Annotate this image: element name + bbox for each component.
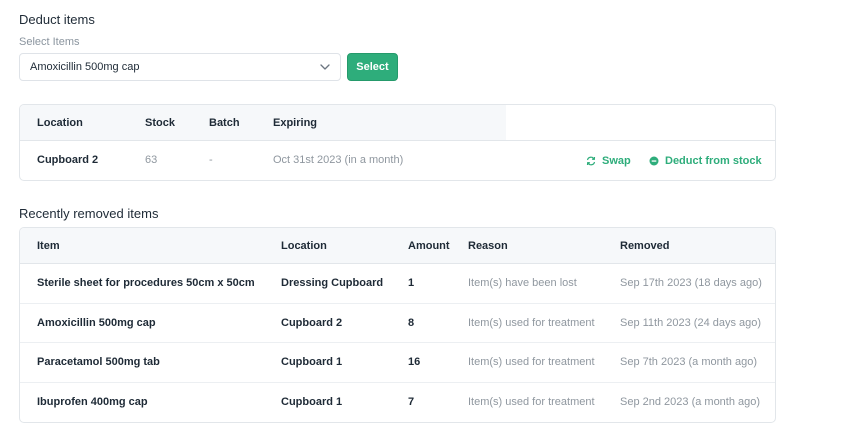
deduct-items-title: Deduct items	[19, 12, 95, 27]
swap-icon	[586, 156, 596, 165]
stock-expiring: Oct 31st 2023 (in a month)	[273, 154, 404, 166]
removed-table-header: Item Location Amount Reason Removed	[20, 228, 775, 264]
removed-item-amount: 1	[408, 277, 415, 289]
removed-item-reason: Item(s) used for treatment	[468, 316, 595, 329]
column-header-location: Location	[281, 240, 327, 252]
column-header-expiring: Expiring	[273, 117, 318, 129]
column-header-removed: Removed	[620, 240, 670, 252]
column-header-stock: Stock	[145, 117, 175, 129]
removed-item-location: Cupboard 2	[281, 316, 343, 329]
stock-table: Location Stock Batch Expiring Cupboard 2…	[19, 104, 776, 181]
header-background	[20, 105, 506, 140]
deduct-from-stock-label: Deduct from stock	[665, 154, 762, 167]
chevron-down-icon	[320, 64, 330, 70]
stock-location: Cupboard 2	[37, 154, 99, 166]
item-select-value: Amoxicillin 500mg cap	[30, 61, 140, 73]
swap-button[interactable]: Swap	[586, 141, 631, 180]
table-row: Ibuprofen 400mg cap Cupboard 1 7 Item(s)…	[20, 383, 775, 423]
stock-batch: -	[209, 154, 213, 166]
item-select-dropdown[interactable]: Amoxicillin 500mg cap	[19, 53, 341, 81]
column-header-amount: Amount	[408, 240, 450, 252]
removed-item-date: Sep 11th 2023 (24 days ago)	[620, 316, 762, 329]
removed-item-location: Cupboard 1	[281, 356, 343, 368]
removed-item-reason: Item(s) used for treatment	[468, 395, 595, 408]
stock-table-header: Location Stock Batch Expiring	[20, 105, 775, 141]
deduct-from-stock-button[interactable]: Deduct from stock	[649, 141, 762, 180]
removed-item-amount: 8	[408, 316, 415, 329]
removed-item-date: Sep 7th 2023 (a month ago)	[620, 356, 757, 368]
stock-row: Cupboard 2 63 - Oct 31st 2023 (in a mont…	[20, 141, 775, 180]
select-items-label: Select Items	[19, 36, 80, 48]
table-row: Amoxicillin 500mg cap Cupboard 2 8 Item(…	[20, 304, 775, 343]
removed-item-amount: 7	[408, 395, 415, 408]
removed-item-name: Paracetamol 500mg tab	[37, 356, 160, 368]
removed-item-location: Cupboard 1	[281, 395, 343, 408]
table-row: Sterile sheet for procedures 50cm x 50cm…	[20, 264, 775, 304]
column-header-item: Item	[37, 240, 60, 252]
column-header-batch: Batch	[209, 117, 240, 129]
removed-item-reason: Item(s) have been lost	[468, 277, 577, 289]
removed-item-reason: Item(s) used for treatment	[468, 356, 595, 368]
select-button[interactable]: Select	[347, 53, 398, 81]
removed-item-location: Dressing Cupboard	[281, 277, 384, 289]
removed-item-amount: 16	[408, 356, 421, 368]
recently-removed-title: Recently removed items	[19, 206, 159, 221]
column-header-location: Location	[37, 117, 83, 129]
removed-item-name: Ibuprofen 400mg cap	[37, 395, 148, 408]
removed-item-date: Sep 17th 2023 (18 days ago)	[620, 277, 762, 289]
minus-circle-icon	[649, 156, 659, 165]
swap-label: Swap	[602, 154, 631, 167]
removed-items-table: Item Location Amount Reason Removed Ster…	[19, 227, 776, 423]
stock-count: 63	[145, 154, 158, 166]
removed-item-name: Amoxicillin 500mg cap	[37, 316, 156, 329]
removed-item-name: Sterile sheet for procedures 50cm x 50cm	[37, 277, 255, 289]
column-header-reason: Reason	[468, 240, 508, 252]
table-row: Paracetamol 500mg tab Cupboard 1 16 Item…	[20, 343, 775, 383]
removed-item-date: Sep 2nd 2023 (a month ago)	[620, 395, 761, 408]
